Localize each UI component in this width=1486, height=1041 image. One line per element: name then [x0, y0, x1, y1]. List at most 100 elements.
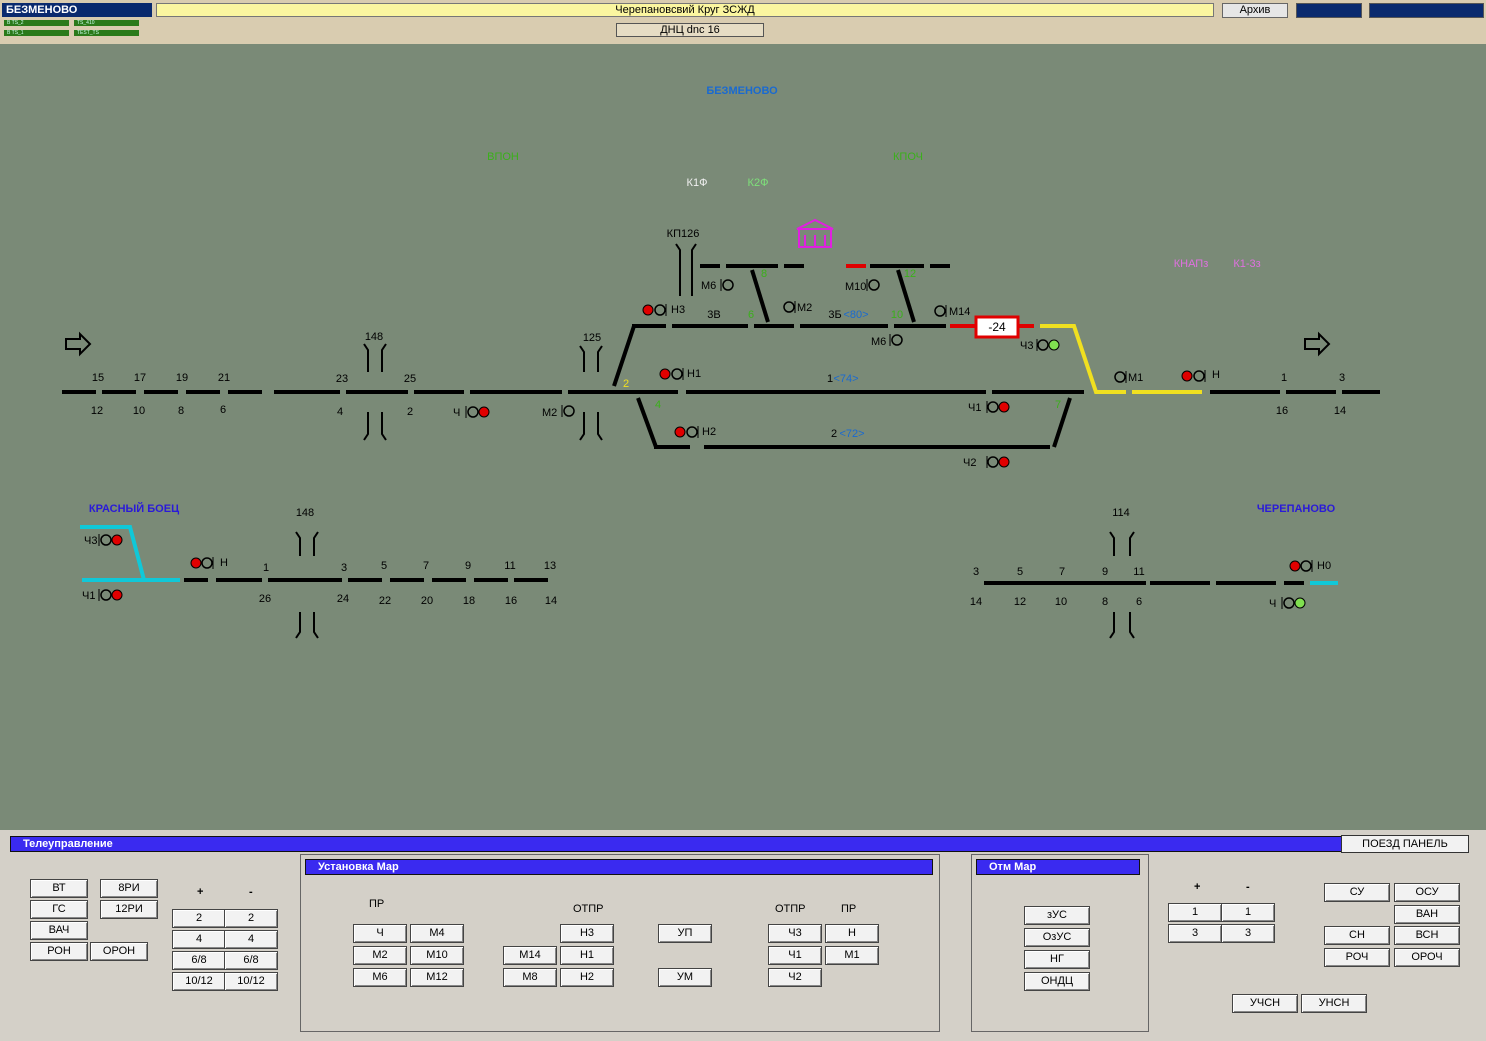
- signal-m14[interactable]: М14: [934, 305, 970, 318]
- route-m6-button[interactable]: М6: [353, 968, 407, 987]
- osu-button[interactable]: ОСУ: [1394, 883, 1460, 902]
- switch-number: 114: [1112, 507, 1130, 519]
- signal-rch[interactable]: Ч: [1269, 597, 1306, 610]
- minus-1-button[interactable]: 1: [1221, 903, 1275, 922]
- route-um-button[interactable]: УМ: [658, 968, 712, 987]
- track-label: 1: [827, 373, 833, 385]
- route-n2-button[interactable]: Н2: [560, 968, 614, 987]
- signal-m10[interactable]: М10: [845, 279, 880, 293]
- section-number: 9: [1102, 566, 1108, 578]
- route-ch-button[interactable]: Ч: [353, 924, 407, 943]
- gs-button[interactable]: ГС: [30, 900, 88, 919]
- plus-2-button[interactable]: 2: [172, 909, 226, 928]
- minus-4-button[interactable]: 4: [224, 930, 278, 949]
- svg-text:М14: М14: [949, 306, 970, 318]
- k13-label: К1-3з: [1233, 258, 1260, 270]
- section-number: 1: [1281, 372, 1287, 384]
- route-ch2-button[interactable]: Ч2: [768, 968, 822, 987]
- route-m8-button[interactable]: М8: [503, 968, 557, 987]
- minus-6-8-button[interactable]: 6/8: [224, 951, 278, 970]
- station-title: КРАСНЫЙ БОЕЦ: [89, 502, 179, 515]
- route-up-button[interactable]: УП: [658, 924, 712, 943]
- route-m12-button[interactable]: М12: [410, 968, 464, 987]
- signal-m6b[interactable]: М6: [871, 334, 903, 348]
- signal-n3[interactable]: Н3: [642, 304, 685, 316]
- minus-3-button[interactable]: 3: [1221, 924, 1275, 943]
- route-cancel-title: Отм Мар: [976, 859, 1140, 875]
- blank-button[interactable]: [1296, 3, 1362, 18]
- vach-button[interactable]: ВАЧ: [30, 921, 88, 940]
- ron-button[interactable]: РОН: [30, 942, 88, 961]
- 12ri-button[interactable]: 12РИ: [100, 900, 158, 919]
- signal-n[interactable]: Н: [1181, 369, 1220, 382]
- minus-10-12-button[interactable]: 10/12: [224, 972, 278, 991]
- plus-3-button[interactable]: 3: [1168, 924, 1222, 943]
- archive-button[interactable]: Архив: [1222, 3, 1288, 18]
- signal-ch[interactable]: Ч: [453, 406, 490, 419]
- route-ch1-button[interactable]: Ч1: [768, 946, 822, 965]
- train-panel-button[interactable]: ПОЕЗД ПАНЕЛЬ: [1341, 835, 1469, 853]
- signal-n1[interactable]: Н1: [659, 368, 701, 380]
- signal-m2b[interactable]: М2: [542, 405, 575, 419]
- route-m2-button[interactable]: М2: [353, 946, 407, 965]
- route-m14-button[interactable]: М14: [503, 946, 557, 965]
- signal-m6[interactable]: М6: [701, 279, 734, 292]
- section-number: 9: [465, 560, 471, 572]
- signal-ch3[interactable]: Ч3: [1020, 339, 1060, 352]
- signal-n2[interactable]: Н2: [674, 426, 716, 438]
- unsn-button[interactable]: УНСН: [1301, 994, 1367, 1013]
- section-number: 2: [407, 406, 413, 418]
- signal-lch3[interactable]: Ч3: [84, 534, 123, 547]
- ozus-button[interactable]: ОзУС: [1024, 928, 1090, 947]
- zus-button[interactable]: зУС: [1024, 906, 1090, 925]
- oroch-button[interactable]: ОРОЧ: [1394, 948, 1460, 967]
- section-number: 8: [1102, 596, 1108, 608]
- vsn-button[interactable]: ВСН: [1394, 926, 1460, 945]
- section-number: 11: [504, 560, 515, 572]
- signal-rn0[interactable]: Н0: [1289, 560, 1331, 572]
- signal-ch2[interactable]: Ч2: [963, 456, 1010, 469]
- oron-button[interactable]: ОРОН: [90, 942, 148, 961]
- green-label: ВПОН: [487, 151, 519, 163]
- route-m1-button[interactable]: М1: [825, 946, 879, 965]
- k1f-label: К1Ф: [687, 177, 708, 189]
- svg-text:Н: Н: [1212, 369, 1220, 381]
- signal-ln[interactable]: Н: [190, 557, 228, 569]
- section-number: 14: [545, 595, 557, 607]
- plus-4-button[interactable]: 4: [172, 930, 226, 949]
- pr-label-2: ПР: [841, 903, 857, 915]
- signal-lch1[interactable]: Ч1: [82, 589, 123, 602]
- vt-button[interactable]: ВТ: [30, 879, 88, 898]
- switch-number: 148: [365, 331, 383, 343]
- su-button[interactable]: СУ: [1324, 883, 1390, 902]
- route-n3-button[interactable]: Н3: [560, 924, 614, 943]
- roch-button[interactable]: РОЧ: [1324, 948, 1390, 967]
- route-m4-button[interactable]: М4: [410, 924, 464, 943]
- signal-m1[interactable]: М1: [1114, 371, 1143, 384]
- svg-text:Ч1: Ч1: [82, 590, 95, 602]
- station-building-icon: [796, 218, 834, 248]
- van-button[interactable]: ВАН: [1394, 905, 1460, 924]
- ng-button[interactable]: НГ: [1024, 950, 1090, 969]
- sn-button[interactable]: СН: [1324, 926, 1390, 945]
- section-number: 10: [133, 405, 145, 417]
- switch-number: 10: [891, 309, 903, 321]
- plus-10-12-button[interactable]: 10/12: [172, 972, 226, 991]
- switch-number: 12: [904, 268, 916, 280]
- route-n1-button[interactable]: Н1: [560, 946, 614, 965]
- blank-button[interactable]: [1369, 3, 1484, 18]
- uchsn-button[interactable]: УЧСН: [1232, 994, 1298, 1013]
- route-m10-button[interactable]: М10: [410, 946, 464, 965]
- plus-1-button[interactable]: 1: [1168, 903, 1222, 922]
- signal-ch1[interactable]: Ч1: [968, 401, 1010, 414]
- minus-2-button[interactable]: 2: [224, 909, 278, 928]
- section-number: 16: [505, 595, 517, 607]
- route-ch3-button[interactable]: Ч3: [768, 924, 822, 943]
- plus-6-8-button[interactable]: 6/8: [172, 951, 226, 970]
- 8ri-button[interactable]: 8РИ: [100, 879, 158, 898]
- route-n-button[interactable]: Н: [825, 924, 879, 943]
- ondc-button[interactable]: ОНДЦ: [1024, 972, 1090, 991]
- track-speed: <72>: [839, 428, 864, 440]
- signal-m2[interactable]: М2: [783, 301, 812, 314]
- section-number: 23: [336, 373, 348, 385]
